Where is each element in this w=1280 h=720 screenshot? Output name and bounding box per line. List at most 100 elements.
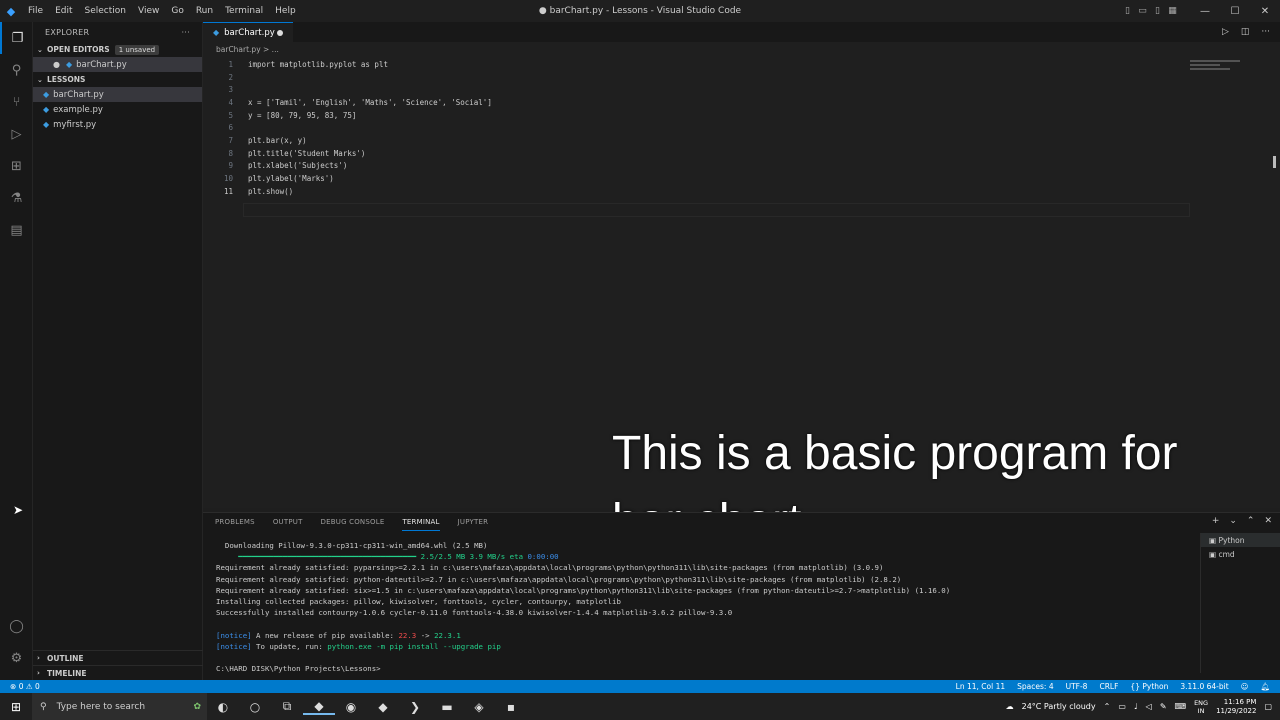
toggle-panel-icon[interactable]: ▭ xyxy=(1135,6,1150,16)
menu-terminal[interactable]: Terminal xyxy=(219,6,269,16)
line-ending[interactable]: CRLF xyxy=(1099,682,1118,691)
language-indicator[interactable]: ENG IN xyxy=(1194,699,1208,715)
terminal-instance-cmd[interactable]: ▣ cmd xyxy=(1201,547,1280,561)
menu-view[interactable]: View xyxy=(132,6,165,16)
problems-status[interactable]: ⊗ 0 ⚠ 0 xyxy=(10,682,40,691)
vscode-taskbar-icon[interactable]: ◆ xyxy=(303,699,335,715)
search-icon[interactable]: ⚲ xyxy=(0,54,33,86)
toggle-secondary-sidebar-icon[interactable]: ▯ xyxy=(1150,6,1165,16)
settings-gear-icon[interactable]: ⚙ xyxy=(0,642,33,674)
code-text[interactable]: plt.show() xyxy=(233,187,293,196)
code-text[interactable]: plt.bar(x, y) xyxy=(233,136,307,145)
unsaved-dot-icon[interactable] xyxy=(277,29,283,36)
notification-center-icon[interactable]: ▢ xyxy=(1264,702,1272,711)
menu-file[interactable]: File xyxy=(22,6,49,16)
tab-barchart[interactable]: ◆ barChart.py xyxy=(203,22,293,42)
open-editors-section[interactable]: ⌄ OPEN EDITORS 1 unsaved xyxy=(33,42,202,57)
testing-icon[interactable]: ⚗ xyxy=(0,182,33,214)
jupyter-icon[interactable]: ▤ xyxy=(0,214,33,246)
indentation[interactable]: Spaces: 4 xyxy=(1017,682,1053,691)
maximize-panel-icon[interactable]: ⌃ xyxy=(1247,516,1255,526)
edge-icon[interactable]: ◐ xyxy=(207,700,239,714)
powershell-icon[interactable]: ❯ xyxy=(399,700,431,714)
menu-go[interactable]: Go xyxy=(165,6,189,16)
editor-scrollbar[interactable] xyxy=(1273,156,1276,168)
close-icon[interactable]: ✕ xyxy=(1250,6,1280,17)
extensions-icon[interactable]: ⊞ xyxy=(0,150,33,182)
file-item-example[interactable]: ◆ example.py xyxy=(33,102,202,117)
language-mode[interactable]: {} Python xyxy=(1130,682,1168,691)
terminal-prompt[interactable]: C:\HARD DISK\Python Projects\Lessons> xyxy=(216,664,1206,675)
cursor-position[interactable]: Ln 11, Col 11 xyxy=(956,682,1005,691)
chrome-icon[interactable]: ◉ xyxy=(335,700,367,714)
volume-icon[interactable]: ◁ xyxy=(1146,702,1152,711)
notice-tag: [notice] xyxy=(216,641,252,651)
account-icon[interactable]: ◯ xyxy=(0,610,33,642)
cmd-icon[interactable]: ▪ xyxy=(495,700,527,714)
app-icon[interactable]: ◈ xyxy=(463,700,495,714)
terminal-output[interactable]: Downloading Pillow-9.3.0-cp311-cp311-win… xyxy=(203,531,1280,675)
terminal-instance-python[interactable]: ▣ Python xyxy=(1201,533,1280,547)
customize-layout-icon[interactable]: ▦ xyxy=(1165,6,1180,16)
explorer-icon[interactable]: ❐ xyxy=(0,22,33,54)
lessons-folder-section[interactable]: ⌄ LESSONS xyxy=(33,72,202,87)
more-actions-icon[interactable]: ··· xyxy=(181,28,190,37)
encoding[interactable]: UTF-8 xyxy=(1066,682,1088,691)
close-panel-icon[interactable]: ✕ xyxy=(1264,516,1272,526)
menu-selection[interactable]: Selection xyxy=(79,6,132,16)
windows-start-icon[interactable]: ⊞ xyxy=(0,700,32,714)
code-text[interactable]: plt.title('Student Marks') xyxy=(233,149,365,158)
tab-output[interactable]: OUTPUT xyxy=(273,514,303,530)
code-text[interactable]: plt.xlabel('Subjects') xyxy=(233,161,347,170)
line-number: 11 xyxy=(223,186,233,196)
feedback-icon[interactable]: ☺ xyxy=(1241,682,1249,691)
file-item-myfirst[interactable]: ◆ myfirst.py xyxy=(33,117,202,132)
run-debug-icon[interactable]: ▷ xyxy=(0,118,33,150)
run-python-file-icon[interactable]: ▷ xyxy=(1222,27,1229,37)
split-editor-icon[interactable]: ◫ xyxy=(1241,27,1250,37)
code-editor[interactable]: 1 import matplotlib.pyplot as plt 2 3 4x … xyxy=(203,58,1280,198)
microphone-icon[interactable]: ♩ xyxy=(1134,702,1138,711)
code-text[interactable]: x = ['Tamil', 'English', 'Maths', 'Scien… xyxy=(233,98,492,107)
timeline-section[interactable]: › TIMELINE xyxy=(33,665,203,680)
chevron-up-icon[interactable]: ⌃ xyxy=(1104,702,1111,711)
minimap[interactable] xyxy=(1190,60,1240,74)
file-explorer-icon[interactable]: ▬ xyxy=(431,700,463,714)
search-highlight-icon: ✿ xyxy=(193,701,201,712)
menu-help[interactable]: Help xyxy=(269,6,302,16)
tab-terminal[interactable]: TERMINAL xyxy=(402,514,440,531)
maximize-icon[interactable]: ☐ xyxy=(1220,6,1250,17)
source-control-icon[interactable]: ⑂ xyxy=(0,86,33,118)
notice-tag: [notice] xyxy=(216,630,252,640)
weather-text[interactable]: 24°C Partly cloudy xyxy=(1022,702,1096,711)
network-icon[interactable]: ▭ xyxy=(1118,702,1126,711)
clock[interactable]: 11:16 PM 11/29/2022 xyxy=(1216,698,1256,716)
cortana-icon[interactable]: ○ xyxy=(239,700,271,714)
tab-jupyter[interactable]: JUPYTER xyxy=(458,514,489,530)
new-terminal-icon[interactable]: + xyxy=(1212,516,1220,526)
notifications-bell-icon[interactable]: 🔔︎ xyxy=(1260,682,1270,691)
toggle-sidebar-icon[interactable]: ▯ xyxy=(1120,6,1135,16)
chevron-down-icon[interactable]: ⌄ xyxy=(1229,516,1237,526)
menu-edit[interactable]: Edit xyxy=(49,6,78,16)
file-item-barchart[interactable]: ◆ barChart.py xyxy=(33,87,202,102)
tab-problems[interactable]: PROBLEMS xyxy=(215,514,255,530)
python-interpreter[interactable]: 3.11.0 64-bit xyxy=(1180,682,1228,691)
visual-studio-icon[interactable]: ◆ xyxy=(367,700,399,714)
code-text[interactable]: y = [80, 79, 95, 83, 75] xyxy=(233,111,356,120)
taskbar-search[interactable]: ⚲ Type here to search ✿ xyxy=(32,693,207,720)
code-text[interactable]: import matplotlib.pyplot as plt xyxy=(233,60,388,69)
weather-icon[interactable]: ☁ xyxy=(1006,702,1014,711)
unsaved-dot-icon[interactable]: ● xyxy=(53,60,60,69)
outline-section[interactable]: › OUTLINE xyxy=(33,650,203,665)
keyboard-icon[interactable]: ⌨ xyxy=(1175,702,1187,711)
more-actions-icon[interactable]: ··· xyxy=(1261,27,1270,37)
code-text[interactable]: plt.ylabel('Marks') xyxy=(233,174,334,183)
menu-run[interactable]: Run xyxy=(190,6,219,16)
breadcrumb[interactable]: barChart.py > ... xyxy=(203,42,1280,56)
task-view-icon[interactable]: ⧉ xyxy=(271,699,303,714)
pen-icon[interactable]: ✎ xyxy=(1160,702,1167,711)
open-editor-item[interactable]: ● ◆ barChart.py xyxy=(33,57,202,72)
tab-debug-console[interactable]: DEBUG CONSOLE xyxy=(321,514,385,530)
minimize-icon[interactable]: — xyxy=(1190,6,1220,17)
